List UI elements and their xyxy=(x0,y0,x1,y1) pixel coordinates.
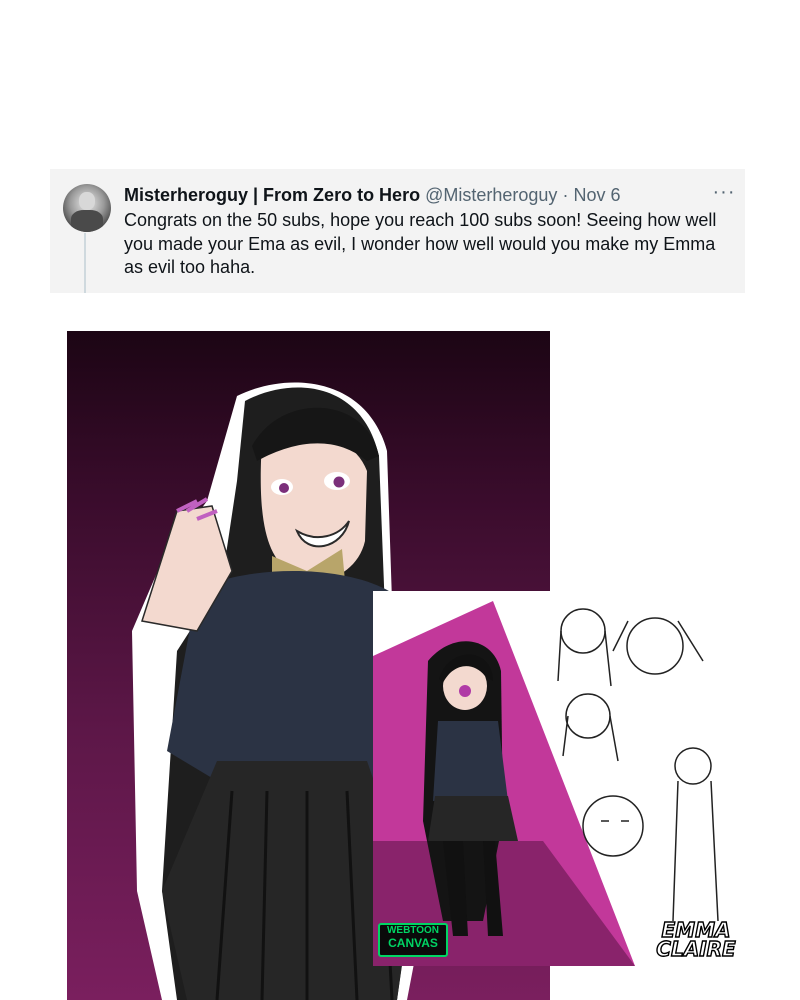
thread-line xyxy=(84,233,86,293)
display-name[interactable]: Misterheroguy | From Zero to Hero xyxy=(124,185,420,205)
artist-signature: EMMA CLAIRE xyxy=(651,919,741,961)
avatar-head xyxy=(79,192,95,210)
user-handle[interactable]: @Misterheroguy xyxy=(425,185,557,205)
tweet-header: Misterheroguy | From Zero to Hero @Miste… xyxy=(124,183,731,207)
character-concept-sheet xyxy=(373,601,719,966)
tweet-text: Congrats on the 50 subs, hope you reach … xyxy=(124,210,717,277)
reply-tweet[interactable]: Misterheroguy | From Zero to Hero @Miste… xyxy=(50,169,745,293)
artwork-inset-image[interactable]: WEBTOON CANVAS EMMA CLAIRE xyxy=(373,591,748,966)
avatar-body xyxy=(71,210,103,232)
signature-line2: CLAIRE xyxy=(656,937,737,961)
avatar[interactable] xyxy=(63,184,111,232)
webtoon-canvas-badge: WEBTOON CANVAS xyxy=(378,923,448,957)
tweet-date[interactable]: Nov 6 xyxy=(573,185,620,205)
badge-line2: CANVAS xyxy=(388,936,438,950)
more-options-button[interactable]: ··· xyxy=(709,181,739,206)
separator-dot: · xyxy=(562,185,569,205)
more-icon: ··· xyxy=(712,181,736,203)
